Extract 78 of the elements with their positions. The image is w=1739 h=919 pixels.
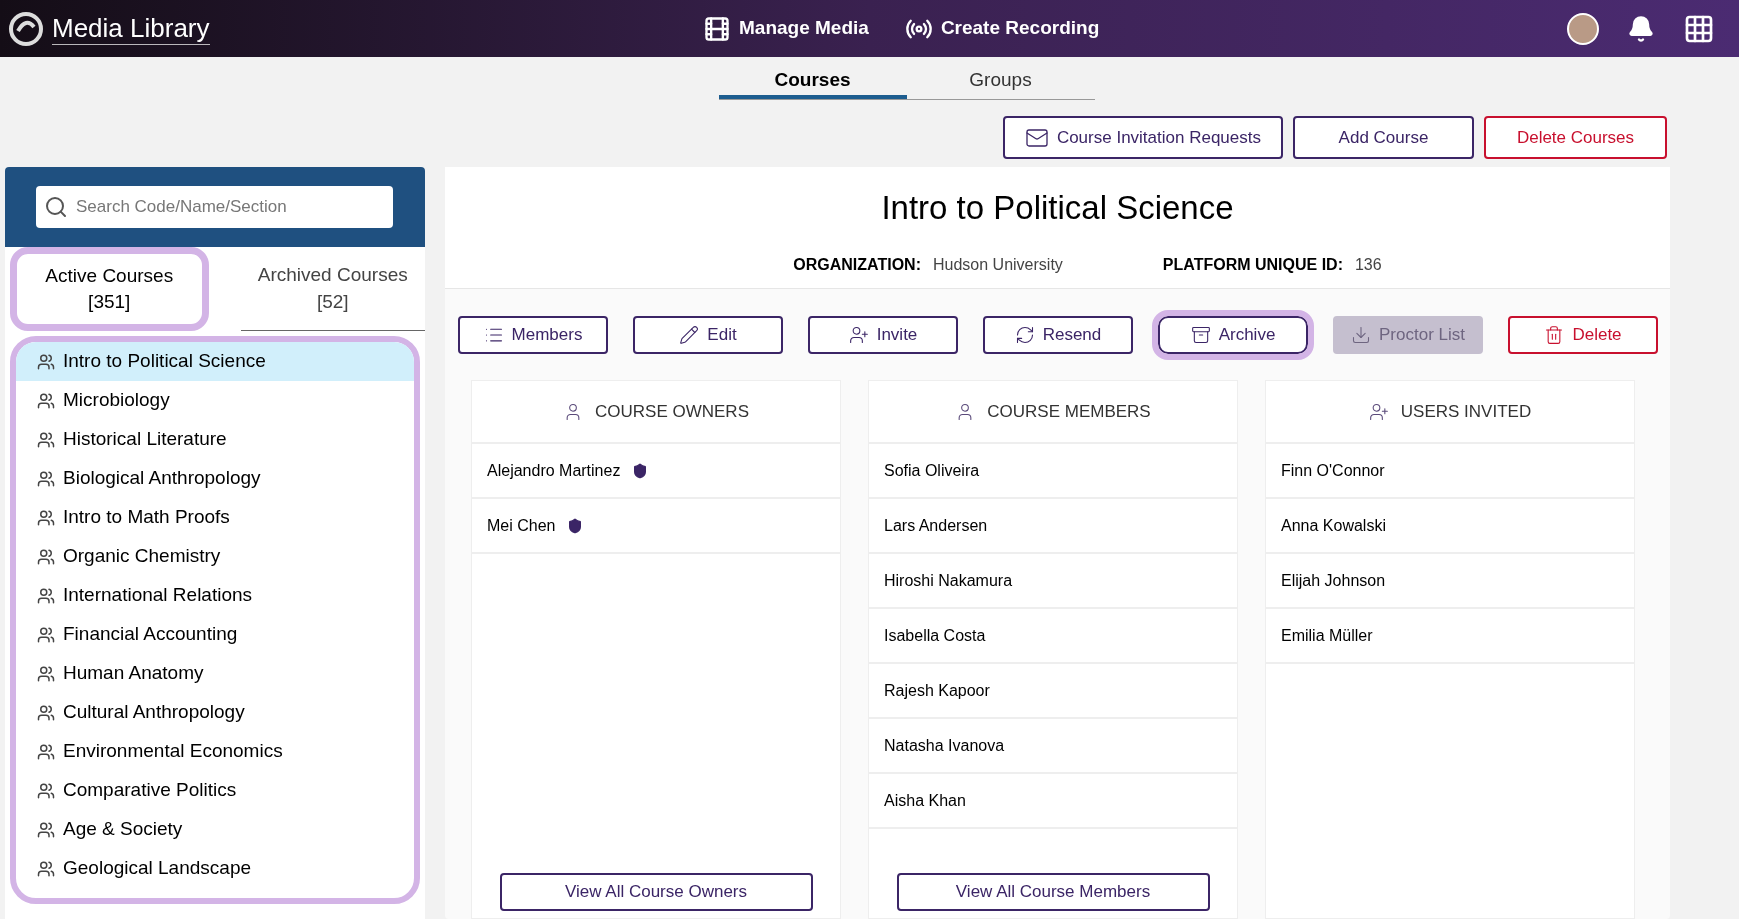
tab[interactable]: Groups xyxy=(906,65,1095,99)
course-item[interactable]: Biological Anthropology xyxy=(16,459,414,498)
view-all-button[interactable]: View All Course Owners xyxy=(499,873,813,911)
archive-box-icon xyxy=(1190,325,1211,345)
course-action-button[interactable]: Edit xyxy=(633,316,783,354)
action-button[interactable]: Course Invitation Requests xyxy=(1002,116,1283,159)
user-plus-icon xyxy=(1368,401,1389,422)
course-action-button[interactable]: Invite xyxy=(808,316,958,354)
people-icon xyxy=(37,547,55,566)
course-item[interactable]: Human Anatomy xyxy=(16,654,414,693)
course-action-button[interactable]: Members xyxy=(458,316,608,354)
course-item[interactable]: Historical Literature xyxy=(16,420,414,459)
action-button[interactable]: Add Course xyxy=(1293,116,1474,159)
view-all-button[interactable]: View All Course Members xyxy=(896,873,1210,911)
people-icon xyxy=(37,625,55,644)
course-item[interactable]: Intro to Political Science xyxy=(16,342,414,381)
people-icon xyxy=(37,586,55,605)
avatar[interactable] xyxy=(1567,12,1599,45)
person-row[interactable]: Isabella Costa xyxy=(869,609,1237,664)
course-action-button[interactable]: Resend xyxy=(983,316,1133,354)
course-item[interactable]: Environmental Economics xyxy=(16,732,414,771)
course-item[interactable]: Geological Landscape xyxy=(16,849,414,888)
course-item[interactable]: Financial Accounting xyxy=(16,615,414,654)
people-icon xyxy=(37,508,55,527)
people-icon xyxy=(37,430,55,449)
person-row[interactable]: Hiroshi Nakamura xyxy=(869,554,1237,609)
person-row[interactable]: Rajesh Kapoor xyxy=(869,664,1237,719)
course-item[interactable]: International Relations xyxy=(16,576,414,615)
person-row[interactable]: Anna Kowalski xyxy=(1266,499,1634,554)
user-plus-icon xyxy=(848,325,869,345)
search-field[interactable]: Search Code/Name/Section xyxy=(36,186,393,228)
tab[interactable]: Courses xyxy=(718,65,907,99)
download-icon xyxy=(1351,325,1371,345)
people-icon xyxy=(37,352,55,371)
people-icon xyxy=(37,664,55,683)
course-title: Intro to Political Science xyxy=(881,188,1234,228)
people-icon xyxy=(37,742,55,761)
platform-id-label: PLATFORM UNIQUE ID: xyxy=(1162,254,1343,275)
person-row[interactable]: Lars Andersen xyxy=(869,499,1237,554)
person-row[interactable]: Natasha Ivanova xyxy=(869,719,1237,774)
action-button[interactable]: Delete Courses xyxy=(1484,116,1667,159)
people-icon xyxy=(37,859,55,878)
person-row[interactable]: Mei Chen xyxy=(472,499,840,554)
trash-icon xyxy=(1544,325,1565,345)
course-item[interactable]: Organic Chemistry xyxy=(16,537,414,576)
nav-link[interactable]: Manage Media xyxy=(703,14,869,43)
column-heading: COURSE MEMBERS xyxy=(987,400,1151,423)
course-tab[interactable]: Active Courses [351] xyxy=(10,247,209,331)
bell-icon[interactable] xyxy=(1627,14,1655,43)
person-row[interactable]: Elijah Johnson xyxy=(1266,554,1634,609)
course-item[interactable]: Age & Society xyxy=(16,810,414,849)
person-row[interactable]: Emilia Müller xyxy=(1266,609,1634,664)
people-icon xyxy=(37,469,55,488)
person-row[interactable]: Alejandro Martinez xyxy=(472,444,840,499)
people-icon xyxy=(37,820,55,839)
organization-value: Hudson University xyxy=(933,254,1063,275)
app-title: Media Library xyxy=(52,11,210,46)
people-icon xyxy=(37,703,55,722)
film-icon xyxy=(703,14,731,43)
course-action-button[interactable]: Delete xyxy=(1508,316,1658,354)
course-item[interactable]: Cultural Anthropology xyxy=(16,693,414,732)
nav-link[interactable]: Create Recording xyxy=(904,14,1100,43)
organization-label: ORGANIZATION: xyxy=(793,254,921,275)
person-row[interactable]: Sofia Oliveira xyxy=(869,444,1237,499)
platform-id-value: 136 xyxy=(1354,254,1382,275)
pencil-icon xyxy=(679,325,700,345)
course-item[interactable]: Microbiology xyxy=(16,381,414,420)
column-heading: USERS INVITED xyxy=(1400,400,1532,423)
course-tab[interactable]: Archived Courses [52] xyxy=(240,247,425,331)
course-item[interactable]: Intro to Math Proofs xyxy=(16,498,414,537)
column-heading: COURSE OWNERS xyxy=(595,400,749,423)
course-item[interactable]: Comparative Politics xyxy=(16,771,414,810)
person-row[interactable]: Finn O'Connor xyxy=(1266,444,1634,499)
logo-icon xyxy=(8,10,44,47)
search-icon xyxy=(44,195,68,219)
person-row[interactable]: Aisha Khan xyxy=(869,774,1237,829)
people-icon xyxy=(37,391,55,410)
people-icon xyxy=(37,781,55,800)
